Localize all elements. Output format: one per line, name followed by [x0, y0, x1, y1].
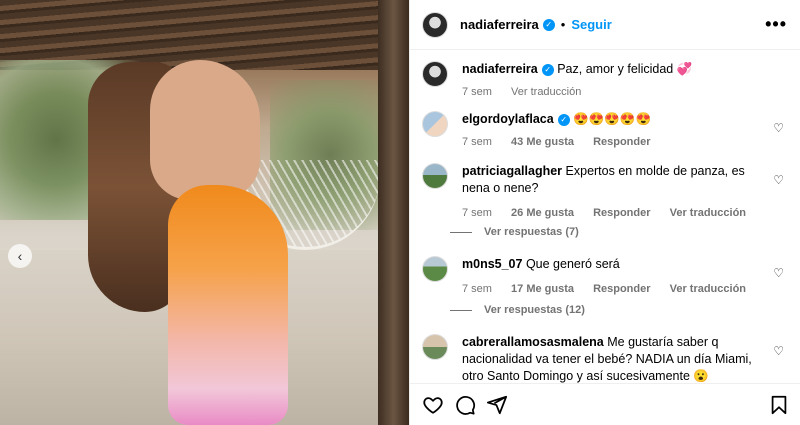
- verified-badge-icon: ✓: [557, 113, 570, 126]
- comment-time[interactable]: 7 sem: [462, 207, 492, 219]
- heart-icon[interactable]: [422, 394, 444, 416]
- post-actions-bar: [410, 383, 800, 425]
- verified-badge-icon: ✓: [542, 18, 555, 31]
- post-side-panel: nadiaferreira ✓ • Seguir ••• nadiaferrei…: [409, 0, 800, 425]
- comment-likes[interactable]: 17 Me gusta: [511, 283, 574, 295]
- translate-link[interactable]: Ver traducción: [511, 86, 581, 98]
- comment-body: m0ns5_07 Que generó será 7 sem 17 Me gus…: [462, 256, 766, 298]
- caption-time[interactable]: 7 sem: [462, 86, 492, 98]
- comment-time[interactable]: 7 sem: [462, 283, 492, 295]
- comment-icon[interactable]: [454, 394, 476, 416]
- comment-username[interactable]: patriciagallagher: [462, 164, 562, 178]
- comment-body: cabrerallamosasmalena Me gustaría saber …: [462, 334, 766, 383]
- translate-link[interactable]: Ver traducción: [670, 283, 746, 295]
- caption-meta: 7 sem Ver traducción: [462, 84, 766, 101]
- heart-icon[interactable]: ♡: [773, 266, 784, 280]
- reply-button[interactable]: Responder: [593, 283, 650, 295]
- translate-link[interactable]: Ver traducción: [670, 207, 746, 219]
- comment-body: elgordoylaflaca ✓ 😍😍😍😍😍 7 sem 43 Me gusta…: [462, 111, 766, 151]
- bookmark-icon[interactable]: [768, 394, 790, 416]
- reply-button[interactable]: Responder: [593, 207, 650, 219]
- carousel-prev-icon[interactable]: ‹: [8, 244, 32, 268]
- comment-body: patriciagallagher Expertos en molde de p…: [462, 163, 766, 222]
- heart-icon[interactable]: ♡: [773, 173, 784, 187]
- photo-wooden-post: [378, 0, 409, 425]
- comment-likes[interactable]: 43 Me gusta: [511, 136, 574, 148]
- avatar[interactable]: [422, 61, 448, 87]
- reply-button[interactable]: Responder: [593, 136, 650, 148]
- photo-dress: [168, 185, 288, 425]
- instagram-post-modal: ‹ nadiaferreira ✓ • Seguir ••• nadiaferr…: [0, 0, 800, 425]
- comment-username[interactable]: m0ns5_07: [462, 257, 522, 271]
- comment-time[interactable]: 7 sem: [462, 136, 492, 148]
- view-replies-label[interactable]: Ver respuestas (12): [484, 304, 585, 316]
- more-options-icon[interactable]: •••: [765, 14, 787, 35]
- comment-username[interactable]: cabrerallamosasmalena: [462, 335, 604, 349]
- comments-list[interactable]: nadiaferreira ✓ Paz, amor y felicidad 💞 7…: [410, 51, 800, 383]
- comment-likes[interactable]: 26 Me gusta: [511, 207, 574, 219]
- avatar[interactable]: [422, 334, 448, 360]
- comment-username[interactable]: elgordoylaflaca: [462, 112, 554, 126]
- follow-button[interactable]: Seguir: [571, 17, 611, 32]
- comment-meta: 7 sem 43 Me gusta Responder: [462, 134, 766, 151]
- post-header: nadiaferreira ✓ • Seguir •••: [410, 0, 800, 50]
- heart-icon[interactable]: ♡: [773, 344, 784, 358]
- view-replies-label[interactable]: Ver respuestas (7): [484, 226, 579, 238]
- view-replies-button[interactable]: Ver respuestas (7): [450, 226, 579, 238]
- replies-line: [450, 309, 472, 311]
- post-photo[interactable]: ‹: [0, 0, 409, 425]
- avatar[interactable]: [422, 111, 448, 137]
- verified-badge-icon: ✓: [541, 63, 554, 76]
- caption-body: nadiaferreira ✓ Paz, amor y felicidad 💞 7…: [462, 61, 766, 101]
- heart-icon[interactable]: ♡: [773, 121, 784, 135]
- share-icon[interactable]: [486, 394, 508, 416]
- post-username[interactable]: nadiaferreira: [460, 17, 539, 32]
- avatar[interactable]: [422, 11, 448, 38]
- comment-meta: 7 sem 17 Me gusta Responder Ver traducci…: [462, 281, 766, 298]
- comment-text: Que generó será: [525, 257, 620, 271]
- caption-text: Paz, amor y felicidad 💞: [557, 62, 693, 76]
- avatar[interactable]: [422, 256, 448, 282]
- photo-person: [150, 60, 260, 200]
- caption-username[interactable]: nadiaferreira: [462, 62, 538, 76]
- view-replies-button[interactable]: Ver respuestas (12): [450, 304, 585, 316]
- comment-text: 😍😍😍😍😍: [573, 112, 652, 126]
- comment-meta: 7 sem 26 Me gusta Responder Ver traducci…: [462, 205, 766, 222]
- avatar[interactable]: [422, 163, 448, 189]
- replies-line: [450, 231, 472, 233]
- separator-dot: •: [560, 17, 566, 32]
